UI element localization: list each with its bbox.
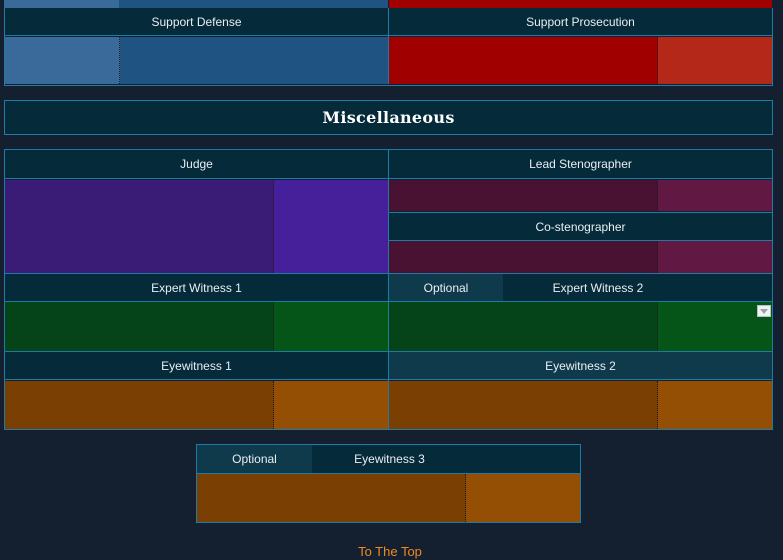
eyewitness-2-header[interactable]: Eyewitness 2 xyxy=(389,351,772,380)
eyewitness-2-label: Eyewitness 2 xyxy=(545,358,616,373)
eyewitness-2-slot-secondary[interactable] xyxy=(658,381,772,429)
support-prosecution-header: Support Prosecution xyxy=(389,8,772,36)
expert-witness-2-slot-primary[interactable] xyxy=(389,302,658,351)
support-defense-slot-primary[interactable] xyxy=(5,37,120,84)
dropdown-toggle[interactable] xyxy=(757,305,771,317)
judge-header: Judge xyxy=(5,150,388,179)
eyewitness-1-header: Eyewitness 1 xyxy=(5,351,388,380)
co-stenographer-header: Co-stenographer xyxy=(389,212,772,241)
chevron-down-icon xyxy=(760,308,768,314)
prosecution-top-strip xyxy=(389,0,772,8)
miscellaneous-title: Miscellaneous xyxy=(4,100,773,135)
expert-witness-1-label: Expert Witness 1 xyxy=(151,280,242,295)
eyewitness-3-label: Eyewitness 3 xyxy=(354,452,425,466)
defense-top-strip-light xyxy=(4,0,119,8)
expert-witness-1-header: Expert Witness 1 xyxy=(5,273,388,302)
optional-label: Optional xyxy=(232,452,277,466)
eyewitness-2-slot-primary[interactable] xyxy=(389,381,658,429)
lead-stenographer-header: Lead Stenographer xyxy=(389,150,772,179)
expert-witness-1-slot-secondary[interactable] xyxy=(274,302,388,351)
co-stenographer-label: Co-stenographer xyxy=(535,219,626,234)
expert-witness-1-slot-primary[interactable] xyxy=(5,302,274,351)
eyewitness-1-slot-primary[interactable] xyxy=(5,381,274,429)
eyewitness-3-slot-secondary[interactable] xyxy=(466,474,580,522)
support-prosecution-slot-primary[interactable] xyxy=(389,37,658,84)
expert-witness-2-slot-secondary[interactable] xyxy=(658,302,772,351)
to-the-top-label: To The Top xyxy=(358,544,422,559)
expert-witness-2-label: Expert Witness 2 xyxy=(552,280,644,295)
lead-stenographer-slot-primary[interactable] xyxy=(389,180,658,211)
eyewitness-1-slot-secondary[interactable] xyxy=(274,381,388,429)
judge-slot-secondary[interactable] xyxy=(274,180,388,273)
eyewitness-1-label: Eyewitness 1 xyxy=(161,358,232,373)
support-prosecution-slot-secondary[interactable] xyxy=(658,37,772,84)
misc-roles-section: Judge Lead Stenographer Co-stenographer … xyxy=(4,149,773,430)
support-prosecution-label: Support Prosecution xyxy=(526,14,635,29)
expert-witness-2-title: Expert Witness 2 xyxy=(503,274,693,301)
eyewitness-3-slot-primary[interactable] xyxy=(197,474,466,522)
judge-slot-primary[interactable] xyxy=(5,180,274,273)
eyewitness-3-optional-toggle[interactable]: Optional xyxy=(197,445,312,473)
optional-label: Optional xyxy=(423,280,469,295)
support-defense-header: Support Defense xyxy=(5,8,388,36)
lead-stenographer-label: Lead Stenographer xyxy=(529,157,632,171)
miscellaneous-title-text: Miscellaneous xyxy=(322,108,455,127)
eyewitness-3-title: Eyewitness 3 xyxy=(312,445,467,473)
co-stenographer-slot-primary[interactable] xyxy=(389,241,658,273)
expert-witness-2-optional-toggle[interactable]: Optional xyxy=(389,274,503,301)
support-defense-label: Support Defense xyxy=(151,14,242,29)
judge-label: Judge xyxy=(180,157,213,171)
support-section: Support Defense Support Prosecution xyxy=(4,8,773,86)
lead-stenographer-slot-secondary[interactable] xyxy=(658,180,772,211)
co-stenographer-slot-secondary[interactable] xyxy=(658,241,772,273)
support-defense-slot-secondary[interactable] xyxy=(120,37,388,84)
eyewitness-3-section: Optional Eyewitness 3 xyxy=(196,444,581,523)
defense-top-strip xyxy=(119,0,388,8)
